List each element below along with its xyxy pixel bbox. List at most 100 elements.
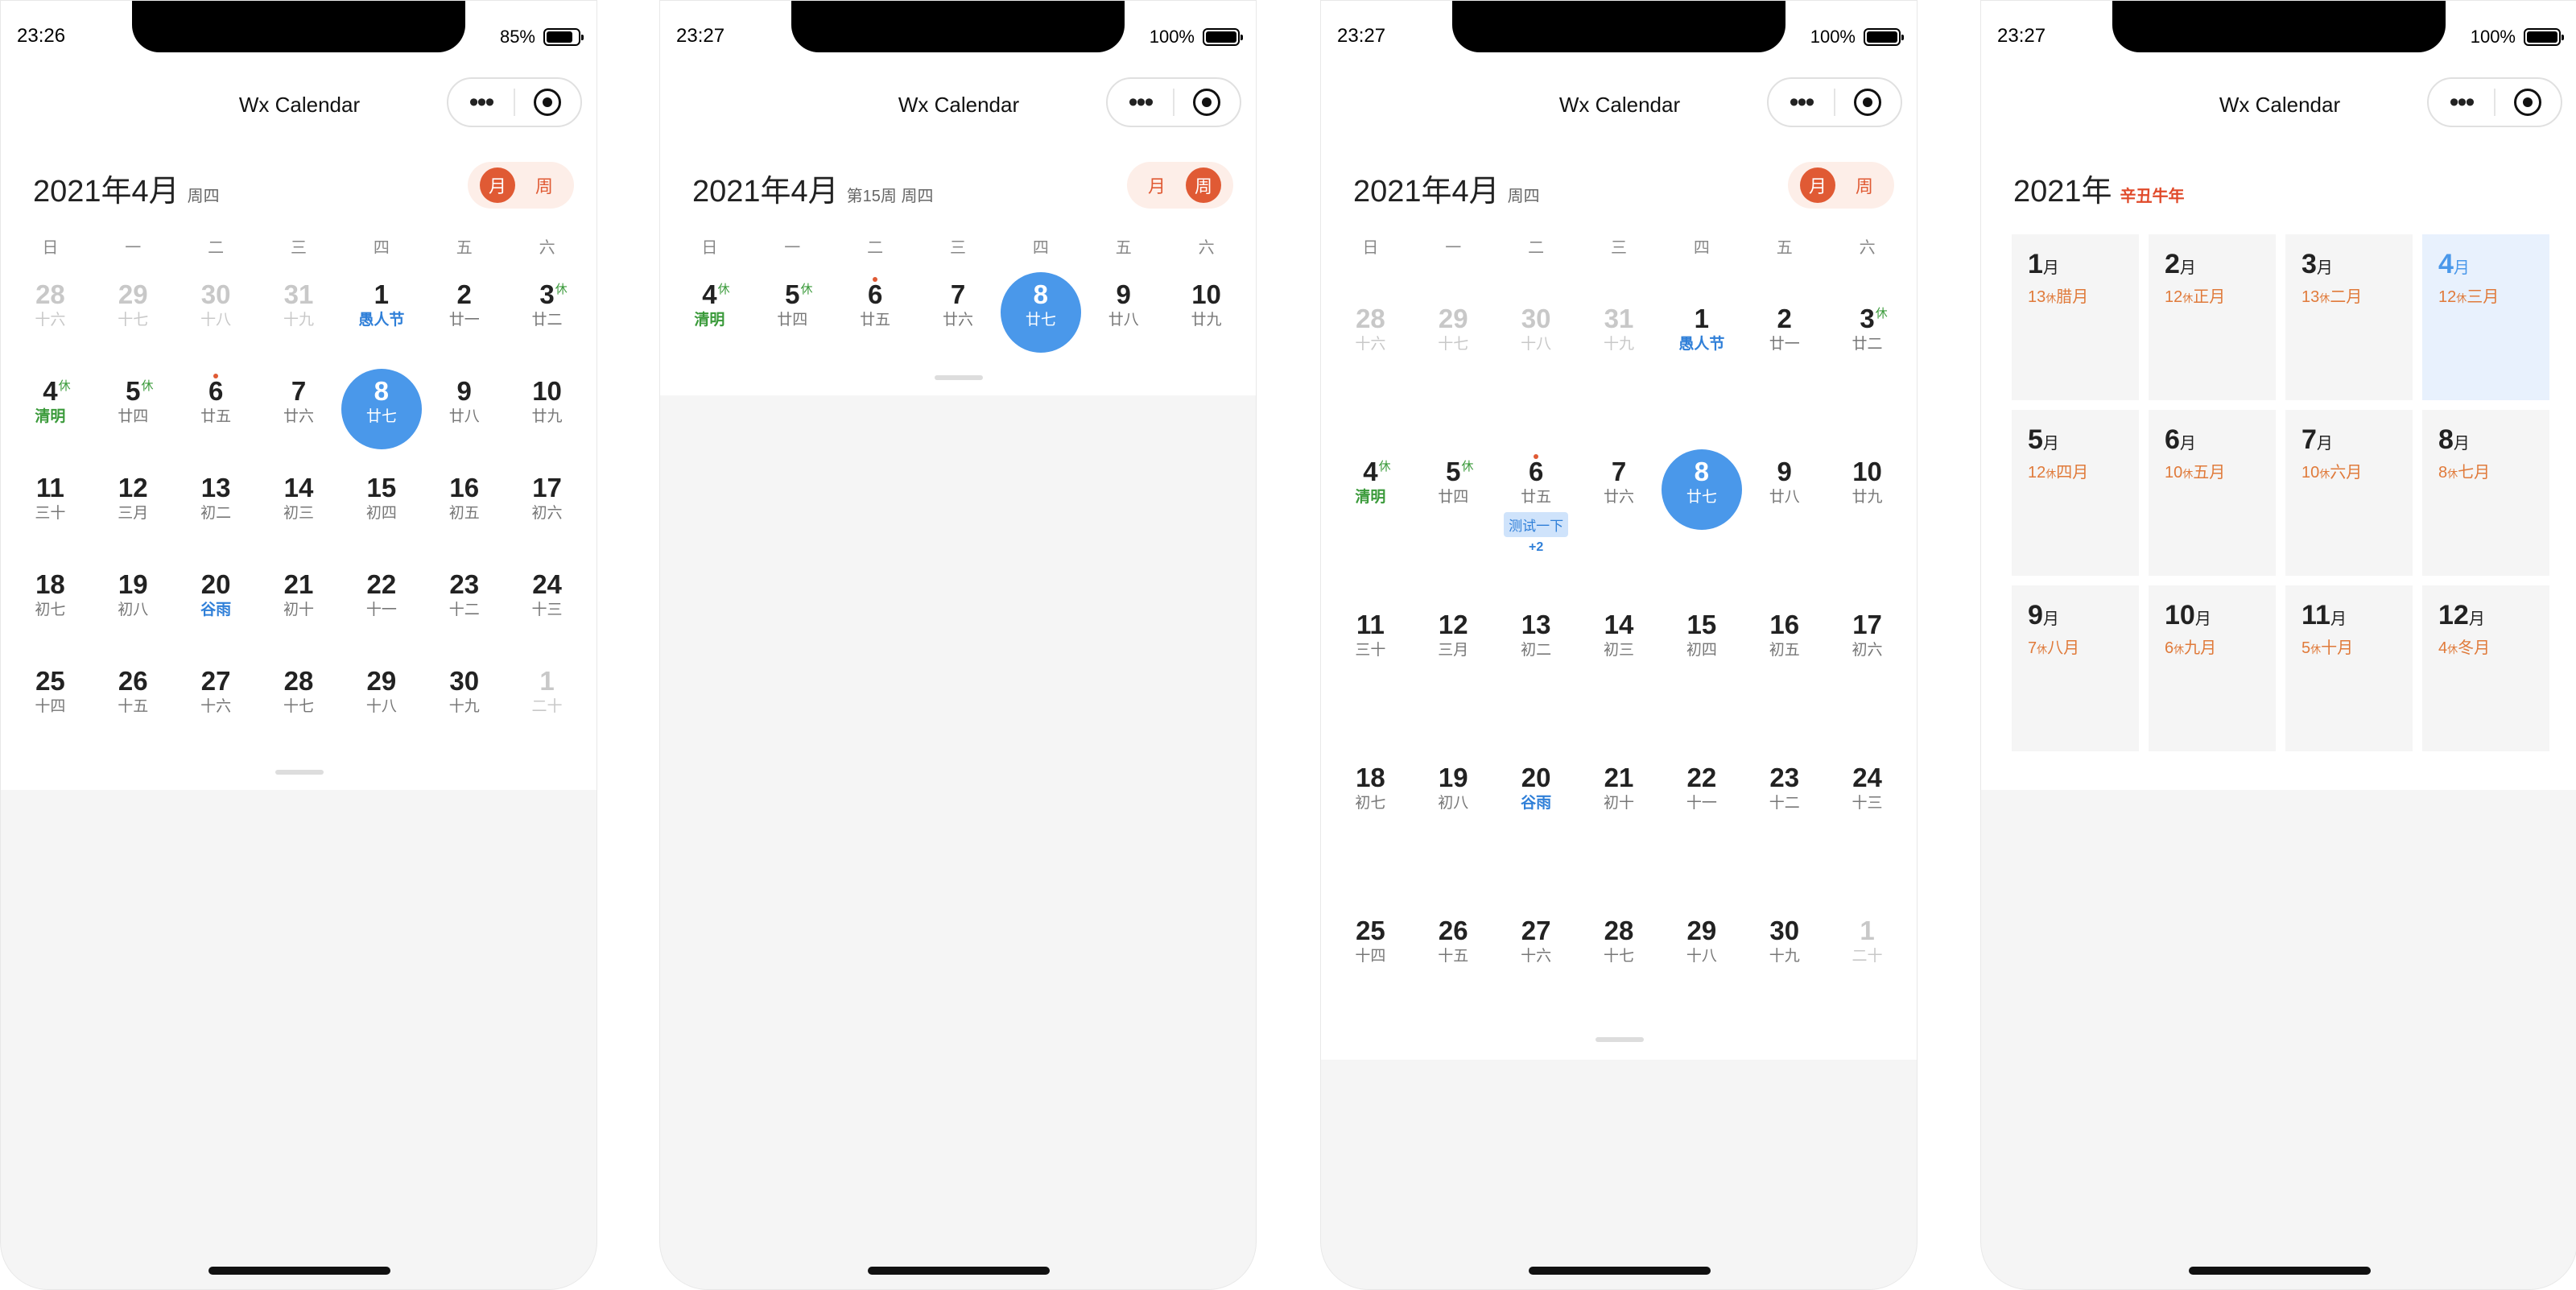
calendar-day[interactable]: 2 廿一 [423, 271, 506, 367]
year-month-title[interactable]: 2021年 [2013, 166, 2112, 210]
calendar-day[interactable]: 24 十三 [1826, 754, 1909, 907]
month-tile[interactable]: 6月 10休五月 [2149, 410, 2276, 576]
calendar-day[interactable]: 30 十九 [1743, 907, 1826, 1060]
calendar-day[interactable]: 1 二十 [506, 657, 588, 754]
calendar-day[interactable]: 22 十一 [1660, 754, 1743, 907]
calendar-day[interactable]: 24 十三 [506, 560, 588, 657]
calendar-day[interactable]: 29 十八 [1660, 907, 1743, 1060]
week-mode-button[interactable]: 周 [1186, 167, 1221, 203]
calendar-day[interactable]: 28 十七 [258, 657, 341, 754]
month-tile[interactable]: 12月 4休冬月 [2422, 585, 2549, 751]
close-button[interactable] [515, 89, 580, 116]
close-button[interactable] [1174, 89, 1240, 116]
calendar-day[interactable]: 28 十六 [1329, 295, 1412, 448]
drag-handle[interactable] [275, 770, 324, 775]
calendar-day[interactable]: 7 廿六 [258, 367, 341, 464]
more-events-count[interactable]: +2 [1529, 540, 1543, 555]
calendar-day[interactable]: 7 廿六 [1578, 448, 1661, 601]
year-month-title[interactable]: 2021年4月 [33, 166, 180, 210]
calendar-day[interactable]: 10 廿九 [1165, 271, 1248, 367]
calendar-day[interactable]: 15 初四 [340, 464, 423, 560]
calendar-day[interactable]: 26 十五 [92, 657, 175, 754]
calendar-day[interactable]: 11 三十 [9, 464, 92, 560]
month-tile[interactable]: 11月 5休十月 [2285, 585, 2413, 751]
calendar-day[interactable]: 7 廿六 [917, 271, 1000, 367]
calendar-day[interactable]: 4 休清明 [668, 271, 751, 367]
calendar-day[interactable]: 2 廿一 [1743, 295, 1826, 448]
calendar-day[interactable]: 9 廿八 [1743, 448, 1826, 601]
calendar-day[interactable]: 5 休廿四 [92, 367, 175, 464]
calendar-day[interactable]: 21 初十 [258, 560, 341, 657]
calendar-day[interactable]: 13 初二 [175, 464, 258, 560]
month-tile[interactable]: 2月 12休正月 [2149, 234, 2276, 400]
calendar-day[interactable]: 29 十七 [92, 271, 175, 367]
close-button[interactable] [2496, 89, 2561, 116]
calendar-day[interactable]: 14 初三 [1578, 601, 1661, 754]
year-month-title[interactable]: 2021年4月 [1353, 166, 1500, 210]
calendar-day[interactable]: 31 十九 [258, 271, 341, 367]
calendar-day[interactable]: 22 十一 [340, 560, 423, 657]
month-tile[interactable]: 4月 12休三月 [2422, 234, 2549, 400]
calendar-day[interactable]: 29 十七 [1412, 295, 1495, 448]
calendar-day[interactable]: 25 十四 [9, 657, 92, 754]
calendar-day[interactable]: 18 初七 [9, 560, 92, 657]
more-menu-button[interactable]: ••• [2429, 89, 2494, 116]
year-month-title[interactable]: 2021年4月 [692, 166, 839, 210]
calendar-day[interactable]: 29 十八 [340, 657, 423, 754]
month-tile[interactable]: 7月 10休六月 [2285, 410, 2413, 576]
calendar-day[interactable]: 30 十八 [1495, 295, 1578, 448]
drag-handle[interactable] [935, 375, 983, 380]
calendar-day[interactable]: 6 廿五 测试一下 +2 [1495, 448, 1578, 601]
calendar-day[interactable]: 4 休清明 [9, 367, 92, 464]
calendar-day[interactable]: 10 廿九 [506, 367, 588, 464]
calendar-day[interactable]: 11 三十 [1329, 601, 1412, 754]
calendar-day[interactable]: 13 初二 [1495, 601, 1578, 754]
month-tile[interactable]: 8月 8休七月 [2422, 410, 2549, 576]
more-menu-button[interactable]: ••• [1769, 89, 1834, 116]
calendar-day[interactable]: 1 二十 [1826, 907, 1909, 1060]
week-mode-button[interactable]: 周 [526, 167, 562, 203]
calendar-day[interactable]: 14 初三 [258, 464, 341, 560]
calendar-day[interactable]: 1 愚人节 [1660, 295, 1743, 448]
calendar-day[interactable]: 17 初六 [506, 464, 588, 560]
calendar-day[interactable]: 16 初五 [1743, 601, 1826, 754]
calendar-day[interactable]: 1 愚人节 [340, 271, 423, 367]
calendar-day[interactable]: 9 廿八 [423, 367, 506, 464]
calendar-day[interactable]: 10 廿九 [1826, 448, 1909, 601]
calendar-day[interactable]: 8 廿七 [340, 367, 423, 464]
calendar-day[interactable]: 9 廿八 [1082, 271, 1165, 367]
calendar-day[interactable]: 28 十六 [9, 271, 92, 367]
calendar-day[interactable]: 30 十九 [423, 657, 506, 754]
more-menu-button[interactable]: ••• [1108, 89, 1173, 116]
calendar-day[interactable]: 6 廿五 [175, 367, 258, 464]
calendar-day[interactable]: 31 十九 [1578, 295, 1661, 448]
month-mode-button[interactable]: 月 [480, 167, 515, 203]
month-mode-button[interactable]: 月 [1800, 167, 1835, 203]
calendar-day[interactable]: 30 十八 [175, 271, 258, 367]
calendar-day[interactable]: 15 初四 [1660, 601, 1743, 754]
month-tile[interactable]: 9月 7休八月 [2012, 585, 2139, 751]
month-tile[interactable]: 1月 13休腊月 [2012, 234, 2139, 400]
calendar-day[interactable]: 20 谷雨 [175, 560, 258, 657]
calendar-day[interactable]: 5 休廿四 [751, 271, 834, 367]
calendar-day[interactable]: 16 初五 [423, 464, 506, 560]
calendar-day[interactable]: 3 休廿二 [1826, 295, 1909, 448]
more-menu-button[interactable]: ••• [448, 89, 514, 116]
month-tile[interactable]: 10月 6休九月 [2149, 585, 2276, 751]
drag-handle[interactable] [1596, 1037, 1644, 1042]
calendar-day[interactable]: 6 廿五 [834, 271, 917, 367]
calendar-day[interactable]: 25 十四 [1329, 907, 1412, 1060]
event-chip[interactable]: 测试一下 [1504, 512, 1569, 537]
calendar-day[interactable]: 21 初十 [1578, 754, 1661, 907]
month-mode-button[interactable]: 月 [1139, 167, 1174, 203]
calendar-day[interactable]: 8 廿七 [1660, 448, 1743, 601]
calendar-day[interactable]: 19 初八 [92, 560, 175, 657]
calendar-day[interactable]: 19 初八 [1412, 754, 1495, 907]
calendar-day[interactable]: 20 谷雨 [1495, 754, 1578, 907]
calendar-day[interactable]: 23 十二 [1743, 754, 1826, 907]
month-tile[interactable]: 3月 13休二月 [2285, 234, 2413, 400]
calendar-day[interactable]: 8 廿七 [999, 271, 1082, 367]
close-button[interactable] [1835, 89, 1901, 116]
calendar-day[interactable]: 12 三月 [1412, 601, 1495, 754]
calendar-day[interactable]: 26 十五 [1412, 907, 1495, 1060]
